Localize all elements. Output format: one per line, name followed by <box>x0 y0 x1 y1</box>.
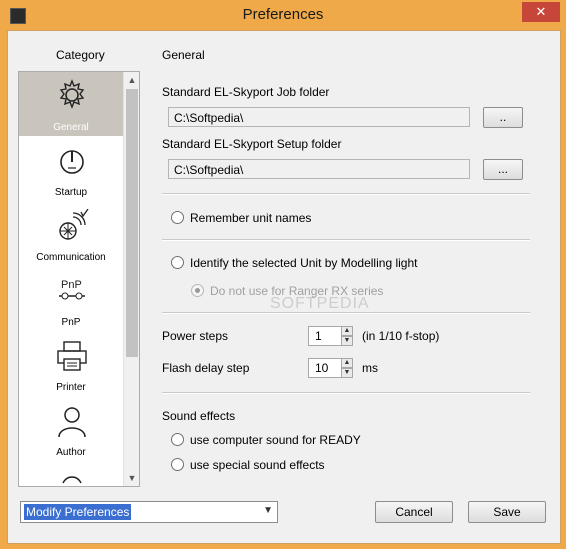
preferences-combobox[interactable]: Modify Preferences ▼ <box>20 501 278 523</box>
category-label-general: General <box>53 122 89 133</box>
power-steps-up-icon[interactable]: ▲ <box>341 326 353 336</box>
category-scrollbar[interactable]: ▲ ▼ <box>123 72 139 486</box>
remember-unit-names-radio[interactable] <box>171 211 184 224</box>
svg-text:PnP: PnP <box>61 279 82 291</box>
category-item-author[interactable]: Author <box>19 398 123 462</box>
power-steps-label: Power steps <box>162 329 229 343</box>
divider <box>162 193 530 195</box>
scroll-down-icon[interactable]: ▼ <box>124 470 139 486</box>
save-button[interactable]: Save <box>468 501 546 523</box>
category-list[interactable]: General Startup Communication PnP PnP Pr… <box>18 71 140 487</box>
flash-delay-unit: ms <box>362 361 378 375</box>
job-folder-field[interactable]: C:\Softpedia\ <box>168 107 470 127</box>
gear-icon <box>59 79 85 109</box>
close-button[interactable]: ✕ <box>522 2 560 22</box>
category-label-pnp: PnP <box>61 317 81 328</box>
combobox-value: Modify Preferences <box>24 504 132 520</box>
printer-icon <box>57 341 87 371</box>
network-icon <box>59 209 89 240</box>
category-item-next[interactable] <box>19 463 123 486</box>
setup-folder-label: Standard EL-Skyport Setup folder <box>162 137 342 151</box>
category-label-communication: Communication <box>36 252 106 263</box>
sound-ready-label: use computer sound for READY <box>190 433 361 447</box>
chevron-down-icon[interactable]: ▼ <box>263 505 273 516</box>
watermark: SOFTPEDIA <box>270 295 370 312</box>
power-steps-down-icon[interactable]: ▼ <box>341 336 353 346</box>
power-steps-input[interactable]: 1 <box>308 326 344 346</box>
flash-delay-down-icon[interactable]: ▼ <box>341 368 353 378</box>
dialog-body: Category General Startup Communication P… <box>7 30 561 544</box>
identify-unit-label: Identify the selected Unit by Modelling … <box>190 256 418 270</box>
category-item-printer[interactable]: Printer <box>19 333 123 397</box>
flash-delay-label: Flash delay step <box>162 361 250 375</box>
category-item-communication[interactable]: Communication <box>19 203 123 267</box>
category-title: Category <box>56 48 105 62</box>
category-item-general[interactable]: General <box>19 72 123 136</box>
sound-ready-radio[interactable] <box>171 433 184 446</box>
setup-folder-field[interactable]: C:\Softpedia\ <box>168 159 470 179</box>
power-steps-unit: (in 1/10 f-stop) <box>362 329 440 343</box>
title-bar: Preferences ✕ <box>0 0 566 30</box>
section-title: General <box>162 48 205 62</box>
person-icon <box>58 407 86 438</box>
category-item-startup[interactable]: Startup <box>19 138 123 202</box>
divider <box>162 392 530 394</box>
sound-special-label: use special sound effects <box>190 458 325 472</box>
category-label-printer: Printer <box>56 382 86 393</box>
identify-unit-radio[interactable] <box>171 256 184 269</box>
remember-unit-names-label: Remember unit names <box>190 211 312 225</box>
sound-effects-title: Sound effects <box>162 409 236 423</box>
window-title: Preferences <box>242 6 324 23</box>
flash-delay-up-icon[interactable]: ▲ <box>341 358 353 368</box>
category-label-author: Author <box>56 447 86 458</box>
power-icon <box>60 150 84 174</box>
ranger-rx-radio[interactable] <box>191 284 204 297</box>
job-folder-label: Standard EL-Skyport Job folder <box>162 85 330 99</box>
category-item-pnp[interactable]: PnP PnP <box>19 268 123 332</box>
preferences-window: Preferences ✕ Category General Startup C… <box>0 0 566 549</box>
partial-icon <box>62 476 82 484</box>
browse-setup-folder-button[interactable]: ... <box>483 159 523 180</box>
pnp-icon: PnP <box>59 279 85 300</box>
scroll-up-icon[interactable]: ▲ <box>124 72 139 88</box>
divider <box>162 239 530 241</box>
category-label-startup: Startup <box>54 187 88 198</box>
flash-delay-input[interactable]: 10 <box>308 358 344 378</box>
scroll-thumb[interactable] <box>126 89 138 357</box>
sound-special-radio[interactable] <box>171 458 184 471</box>
cancel-button[interactable]: Cancel <box>375 501 453 523</box>
browse-job-folder-button[interactable]: .. <box>483 107 523 128</box>
